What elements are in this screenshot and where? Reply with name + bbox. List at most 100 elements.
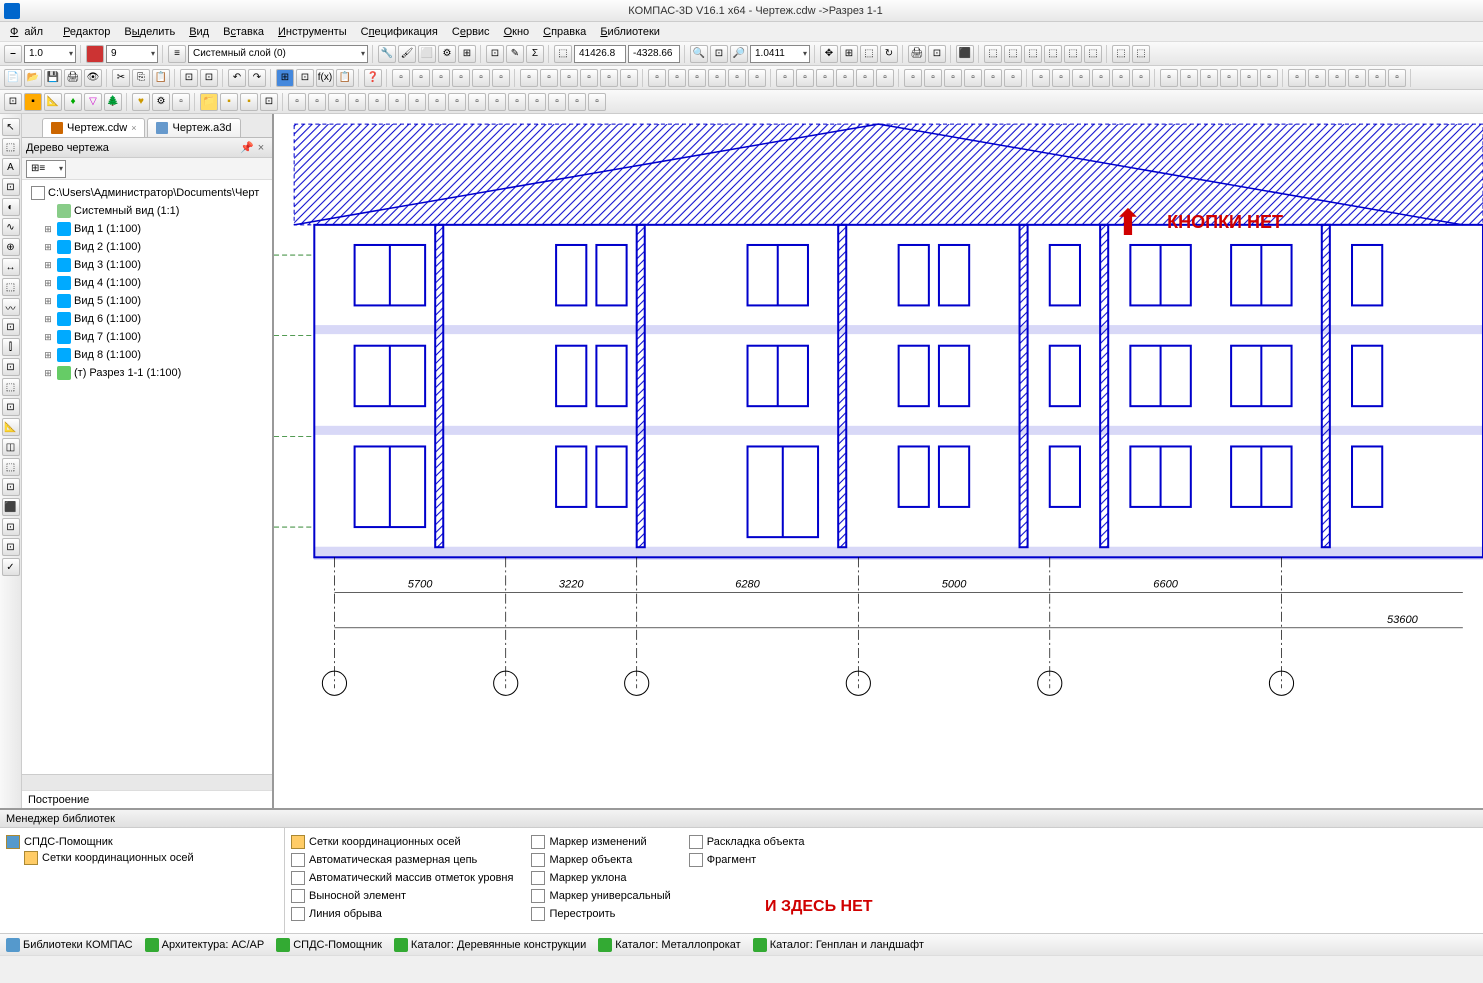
tool-btn[interactable]: ▫ [836, 69, 854, 87]
vtool-btn[interactable]: ⊡ [2, 518, 20, 536]
tool-btn[interactable]: ▫ [856, 69, 874, 87]
tool-btn[interactable]: ▫ [452, 69, 470, 87]
close-tab-icon[interactable]: × [131, 123, 136, 133]
pin-icon[interactable]: 📌 [240, 141, 254, 154]
lib-item[interactable]: Маркер универсальный [531, 888, 670, 904]
vtool-btn[interactable]: ⫿ [2, 338, 20, 356]
vtool-btn[interactable]: ⬚ [2, 378, 20, 396]
cut-icon[interactable]: ✂ [112, 69, 130, 87]
tool-btn[interactable]: ▫ [648, 69, 666, 87]
tool-btn[interactable]: ▫ [776, 69, 794, 87]
tool-btn[interactable]: ▫ [924, 69, 942, 87]
save-icon[interactable]: 💾 [44, 69, 62, 87]
tree-item-view[interactable]: ⊞Вид 8 (1:100) [24, 346, 270, 364]
tool-btn[interactable]: ▫ [428, 93, 446, 111]
vtool-btn[interactable]: 〰 [2, 298, 20, 316]
tool-btn[interactable]: ▪ [220, 93, 238, 111]
tool-btn[interactable]: ⊡ [4, 93, 22, 111]
menu-insert[interactable]: Вставка [217, 24, 270, 40]
tool-btn[interactable]: ▫ [668, 69, 686, 87]
tree-footer-tab[interactable]: Построение [22, 790, 272, 808]
vtool-btn[interactable]: ⬚ [2, 278, 20, 296]
tool-btn[interactable]: ▫ [1052, 69, 1070, 87]
tool-btn[interactable]: ⊡ [260, 93, 278, 111]
tool-btn[interactable]: ⚙ [438, 45, 456, 63]
menu-help[interactable]: Справка [537, 24, 592, 40]
tool-btn[interactable]: ⬚ [860, 45, 878, 63]
drawing-canvas[interactable]: 5700 3220 6280 5000 6600 53600 ⬆ КНОПКИ … [274, 114, 1483, 808]
tool-btn[interactable]: ▫ [288, 93, 306, 111]
layer-combo[interactable]: Системный слой (0) [188, 45, 368, 63]
vtool-btn[interactable]: ⊡ [2, 358, 20, 376]
layer-icon[interactable]: ≡ [168, 45, 186, 63]
tool-btn[interactable]: ▫ [328, 93, 346, 111]
tool-btn[interactable]: ▫ [560, 69, 578, 87]
tree-item-view[interactable]: ⊞Вид 5 (1:100) [24, 292, 270, 310]
tool-btn[interactable]: 📁 [200, 93, 218, 111]
menu-service[interactable]: Сервис [446, 24, 496, 40]
tool-btn[interactable]: ▫ [748, 69, 766, 87]
tool-btn[interactable]: 🔧 [378, 45, 396, 63]
tool-btn[interactable]: ▫ [1032, 69, 1050, 87]
tool-btn[interactable]: ⬚ [1064, 45, 1082, 63]
tree-item-system-view[interactable]: Системный вид (1:1) [24, 202, 270, 220]
tool-btn[interactable]: ▫ [1160, 69, 1178, 87]
tool-btn[interactable]: ♥ [132, 93, 150, 111]
tool-btn[interactable]: ▽ [84, 93, 102, 111]
tool-btn[interactable]: ▫ [468, 93, 486, 111]
tool-btn[interactable] [86, 45, 104, 63]
tool-btn[interactable]: ▫ [368, 93, 386, 111]
lib-tree-item[interactable]: СПДС-Помощник [6, 834, 278, 850]
tool-btn[interactable]: ▫ [520, 69, 538, 87]
tool-btn[interactable]: ⎯ [4, 45, 22, 63]
close-icon[interactable]: × [254, 142, 268, 154]
tool-btn[interactable]: ▫ [728, 69, 746, 87]
tool-btn[interactable]: ▫ [688, 69, 706, 87]
vtool-btn[interactable]: ↔ [2, 258, 20, 276]
lib-item[interactable]: Сетки координационных осей [291, 834, 513, 850]
expand-icon[interactable]: ⊞ [42, 350, 54, 361]
tool-btn[interactable]: ▫ [1092, 69, 1110, 87]
new-icon[interactable]: 📄 [4, 69, 22, 87]
status-item[interactable]: Каталог: Металлопрокат [598, 938, 740, 952]
vtool-btn[interactable]: ⬛ [2, 498, 20, 516]
tree-hscroll[interactable] [22, 774, 272, 790]
tool-btn[interactable]: ▫ [432, 69, 450, 87]
tool-btn[interactable]: ▫ [964, 69, 982, 87]
tree-root[interactable]: C:\Users\Администратор\Documents\Черт [24, 184, 270, 202]
vtool-btn[interactable]: 📐 [2, 418, 20, 436]
vtool-btn[interactable]: ⊡ [2, 538, 20, 556]
tree-item-section[interactable]: ⊞(т) Разрез 1-1 (1:100) [24, 364, 270, 382]
zoom-in-icon[interactable]: 🔎 [730, 45, 748, 63]
vtool-btn[interactable]: ◐ [2, 198, 20, 216]
tool-btn[interactable]: ▫ [708, 69, 726, 87]
tool-btn[interactable]: ▫ [944, 69, 962, 87]
tool-btn[interactable]: ⊞ [458, 45, 476, 63]
coord-y-field[interactable]: -4328.66 [628, 45, 680, 63]
expand-icon[interactable]: ⊞ [42, 368, 54, 379]
vtool-btn[interactable]: ⊡ [2, 398, 20, 416]
print-icon[interactable]: 🖨 [64, 69, 82, 87]
tree-item-view[interactable]: ⊞Вид 2 (1:100) [24, 238, 270, 256]
tool-btn[interactable]: ⊞ [276, 69, 294, 87]
tool-btn[interactable]: ▫ [1072, 69, 1090, 87]
vtool-btn[interactable]: ⬚ [2, 458, 20, 476]
lib-item[interactable]: Перестроить [531, 906, 670, 922]
tool-btn[interactable]: ▫ [1368, 69, 1386, 87]
tree-item-view[interactable]: ⊞Вид 4 (1:100) [24, 274, 270, 292]
tree-item-view[interactable]: ⊞Вид 6 (1:100) [24, 310, 270, 328]
fx-icon[interactable]: f(x) [316, 69, 334, 87]
vtool-btn[interactable]: ∿ [2, 218, 20, 236]
tool-btn[interactable]: ⊡ [928, 45, 946, 63]
lib-item[interactable]: Маркер объекта [531, 852, 670, 868]
vtool-btn[interactable]: ◫ [2, 438, 20, 456]
vtool-btn[interactable]: ⊕ [2, 238, 20, 256]
tool-btn[interactable]: ▫ [1004, 69, 1022, 87]
tool-btn[interactable]: ▫ [1388, 69, 1406, 87]
expand-icon[interactable]: ⊞ [42, 242, 54, 253]
tool-btn[interactable]: ▫ [412, 69, 430, 87]
lib-item[interactable]: Автоматическая размерная цепь [291, 852, 513, 868]
tool-btn[interactable]: ▫ [904, 69, 922, 87]
tool-btn[interactable]: ▫ [1328, 69, 1346, 87]
pan-icon[interactable]: ✥ [820, 45, 838, 63]
